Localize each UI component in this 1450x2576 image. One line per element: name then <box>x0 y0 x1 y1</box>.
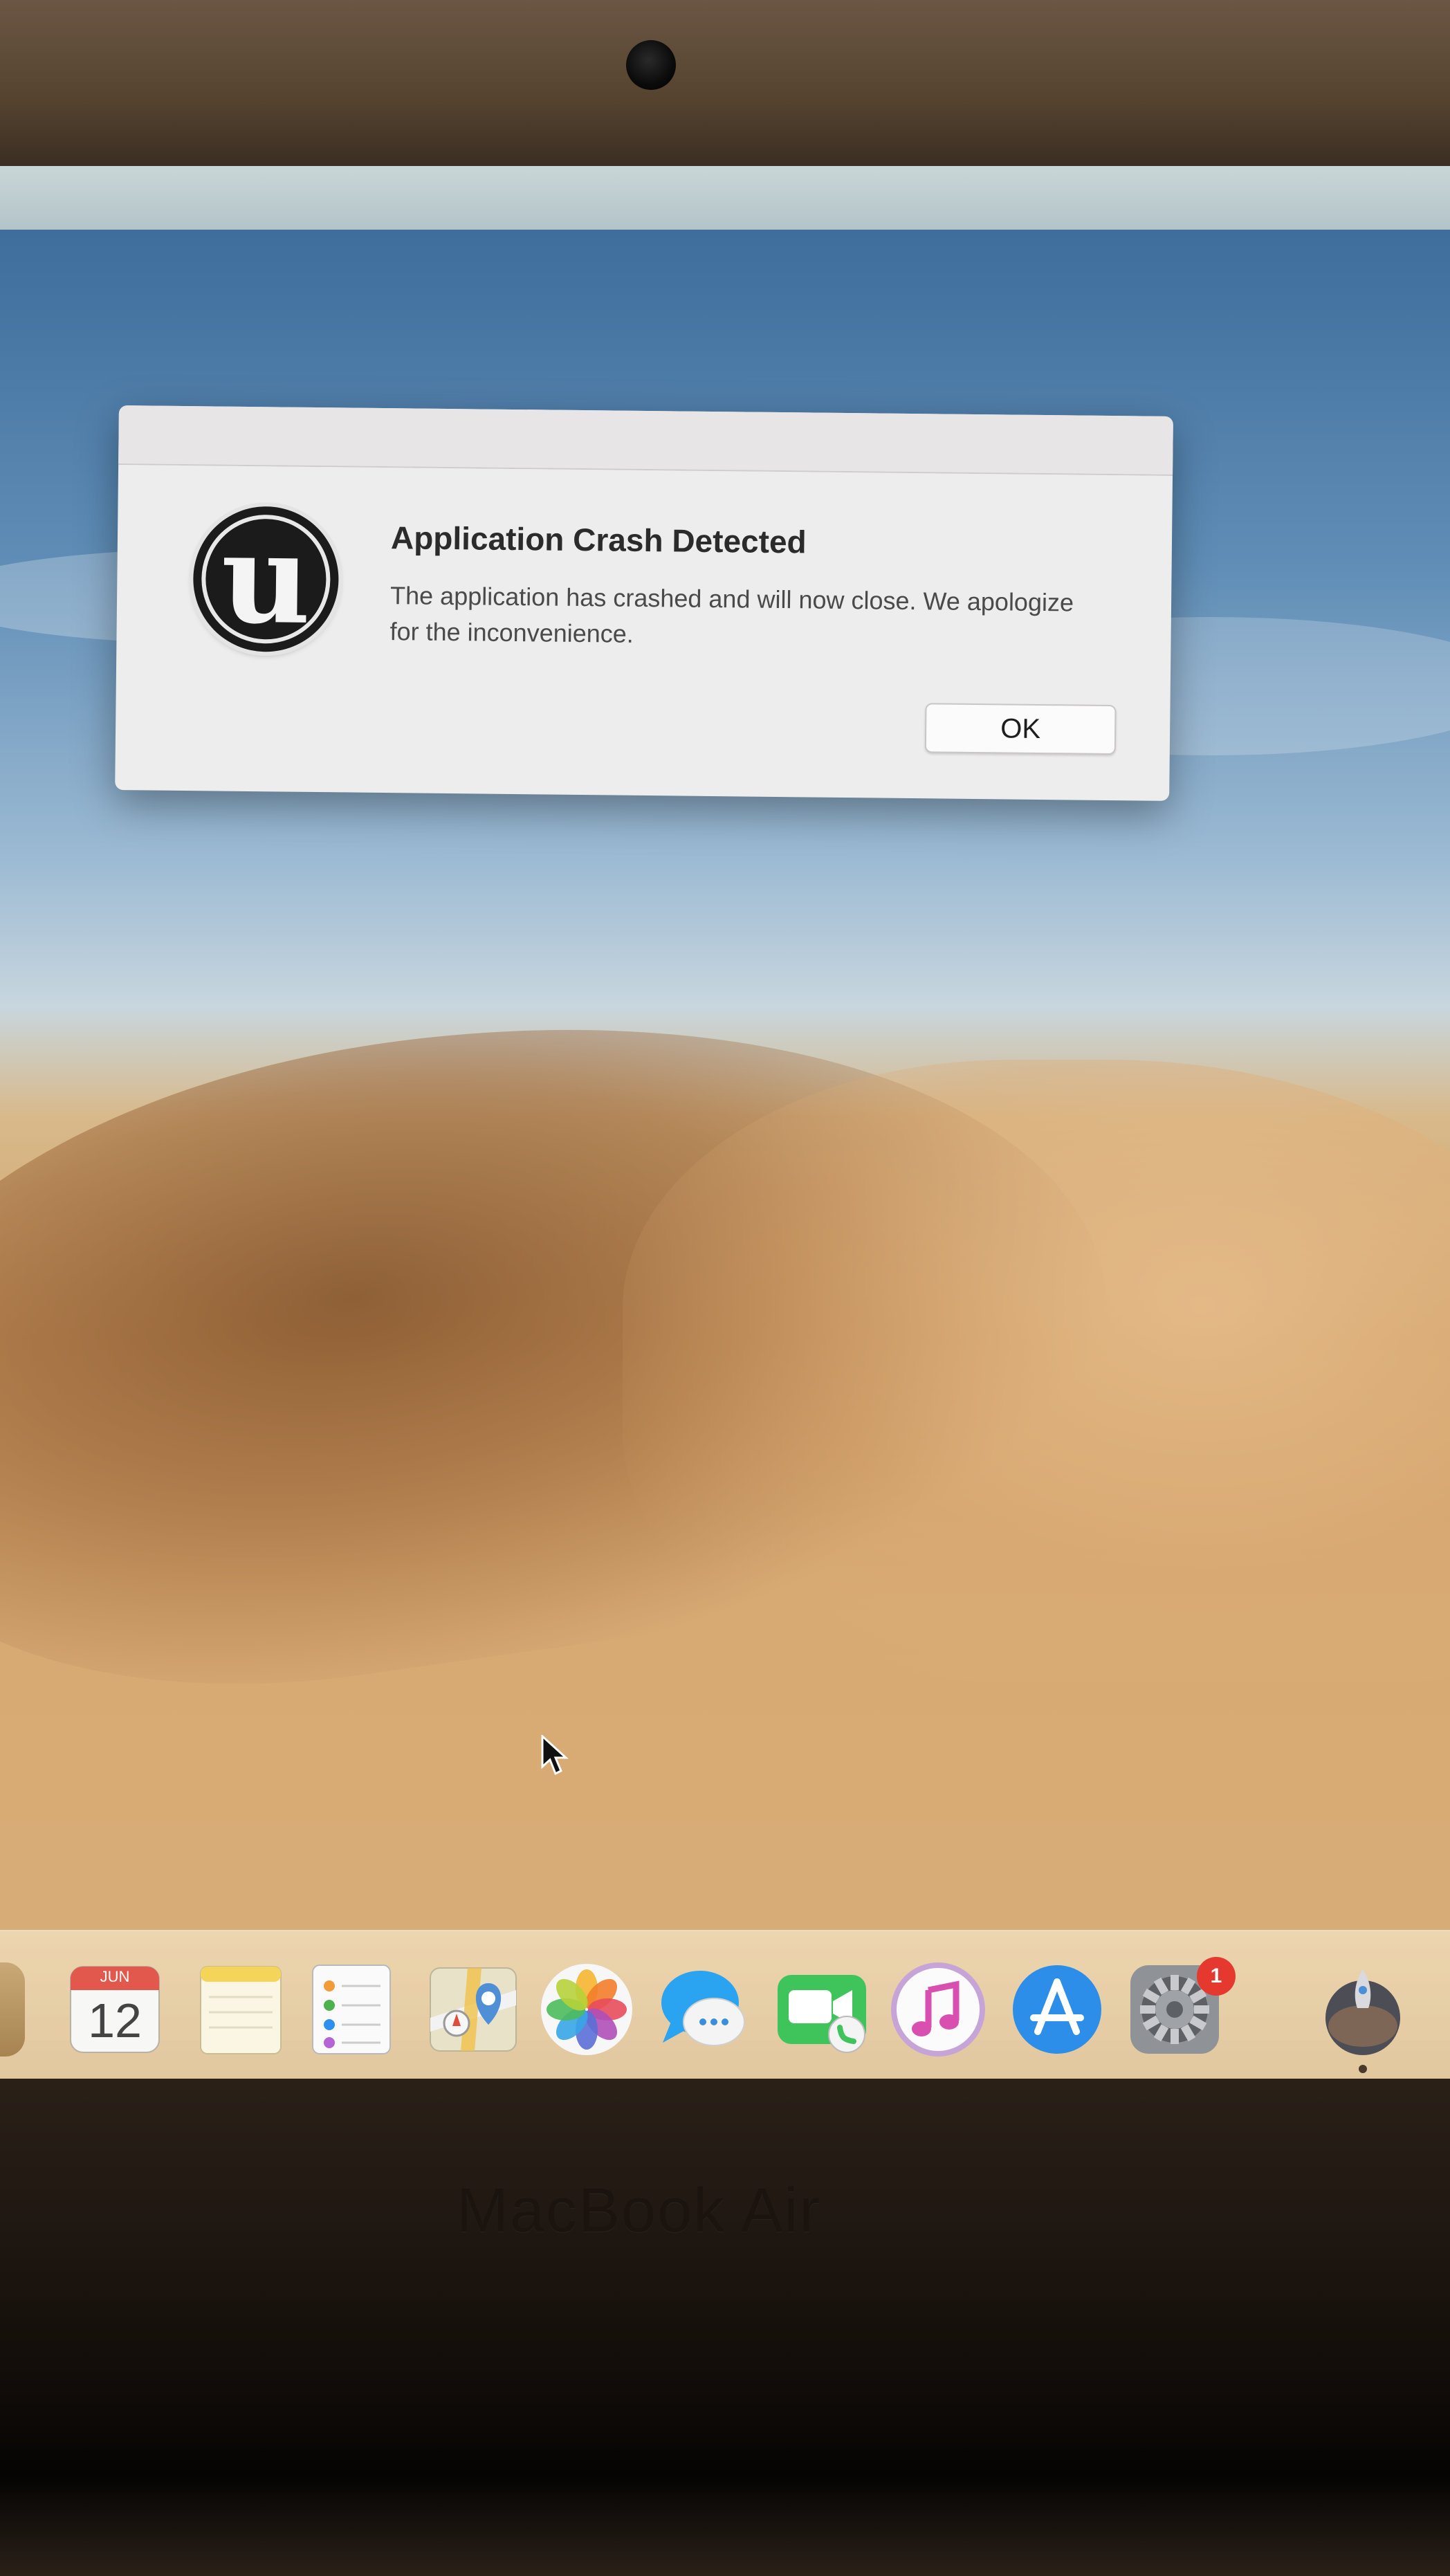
finder-icon <box>0 1962 25 2057</box>
crash-dialog: u Application Crash Detected The applica… <box>115 405 1173 801</box>
facetime-icon <box>778 1975 866 2053</box>
dock-item-facetime[interactable] <box>775 1962 869 2057</box>
photos-icon <box>541 1964 632 2055</box>
dock-item-maps[interactable] <box>426 1962 520 2057</box>
dock-item-app-store[interactable] <box>1010 1962 1104 2057</box>
dialog-title: Application Crash Detected <box>390 519 807 560</box>
unreal-engine-icon: u <box>192 506 340 653</box>
laptop-bezel-top <box>0 0 1450 166</box>
running-indicator <box>1359 2065 1367 2073</box>
dock-item-calendar[interactable]: JUN 12 <box>68 1962 162 2057</box>
app-store-icon <box>1013 1965 1101 2054</box>
dock-item-photos[interactable] <box>540 1962 634 2057</box>
itunes-icon <box>891 1962 985 2057</box>
calendar-month: JUN <box>100 1968 130 1985</box>
mouse-cursor-icon <box>541 1735 569 1776</box>
dock: JUN 12 1 <box>0 1930 1450 2079</box>
dialog-message: The application has crashed and will now… <box>389 581 1074 648</box>
menu-bar <box>0 166 1450 230</box>
calendar-day: 12 <box>88 1994 142 2048</box>
messages-icon <box>661 1971 745 2046</box>
dock-item-itunes[interactable] <box>891 1962 985 2057</box>
laptop-bezel-bottom <box>0 2079 1450 2576</box>
photo: u Application Crash Detected The applica… <box>0 0 1450 2576</box>
dock-item-messages[interactable] <box>657 1962 751 2057</box>
dock-item-reminders[interactable] <box>304 1962 398 2057</box>
dock-item-notes[interactable] <box>194 1962 288 2057</box>
dune-highlight <box>623 1060 1450 1682</box>
rocket-icon <box>1325 1969 1400 2055</box>
ok-button[interactable]: OK <box>924 703 1117 755</box>
notes-icon <box>200 1966 282 2054</box>
notification-badge: 1 <box>1197 1957 1236 1996</box>
maps-icon <box>430 1967 517 2052</box>
dock-item-partial[interactable] <box>0 1962 25 2057</box>
camera-icon <box>626 40 676 90</box>
icon-glyph: u <box>220 506 312 652</box>
dock-item-system-preferences[interactable]: 1 <box>1128 1957 1236 2057</box>
dialog-titlebar <box>118 405 1173 476</box>
screen: u Application Crash Detected The applica… <box>0 166 1450 2079</box>
dock-item-launchpad[interactable] <box>1316 1962 1410 2073</box>
laptop-brand-label: MacBook Air <box>457 2176 822 2245</box>
reminders-icon <box>312 1965 391 2054</box>
